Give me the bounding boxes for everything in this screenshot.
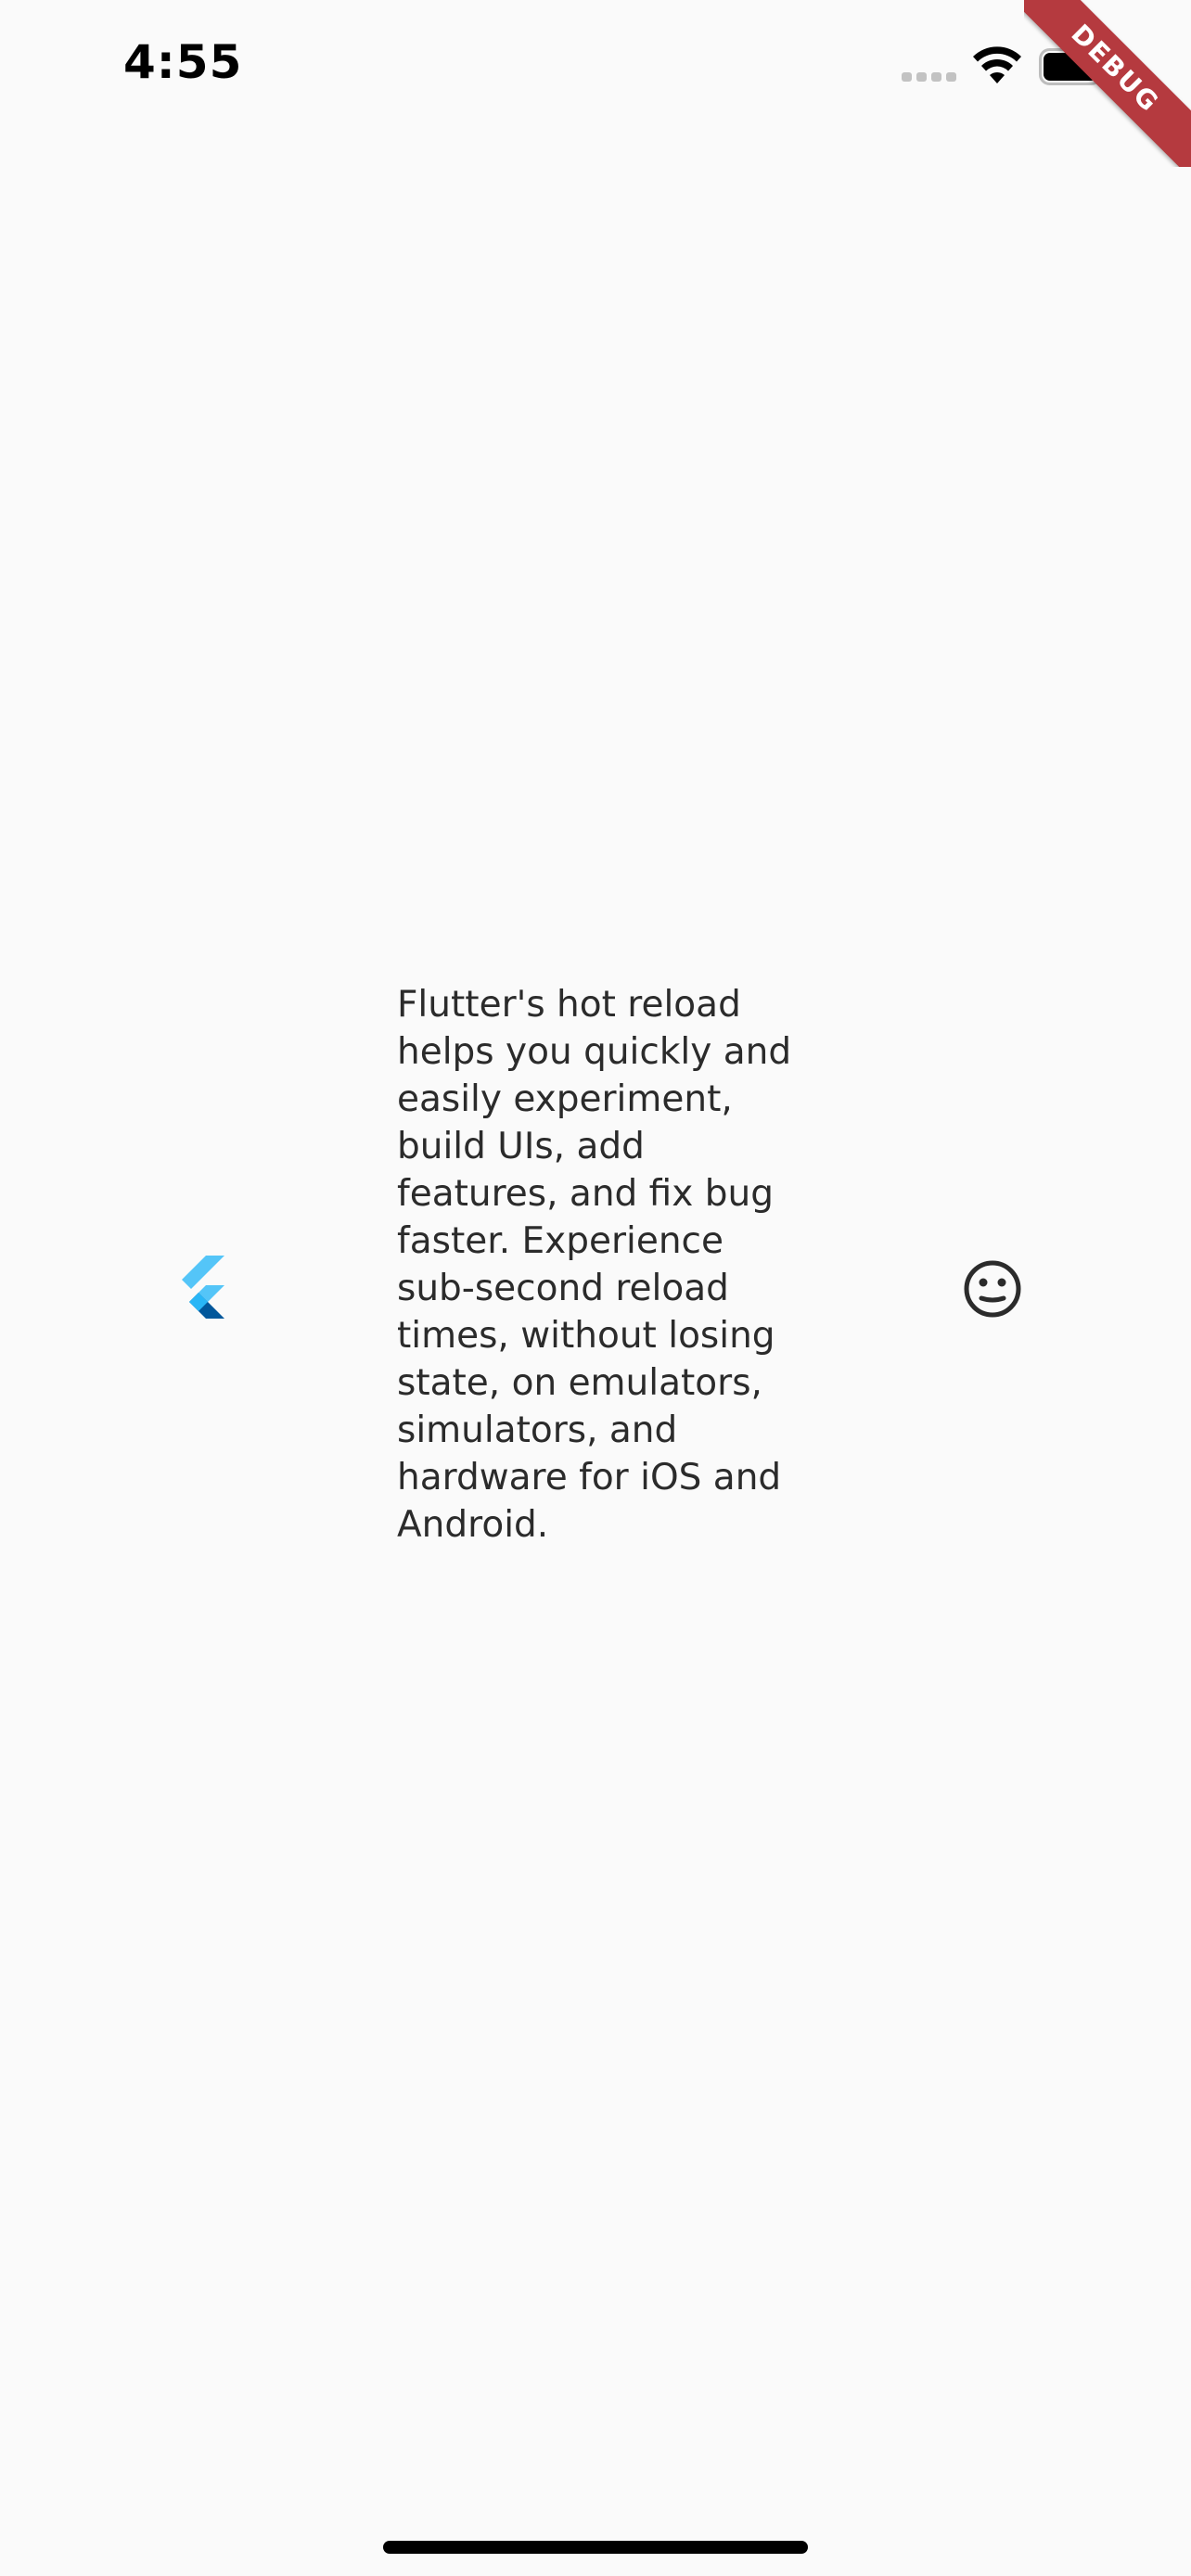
- debug-banner-label: DEBUG: [1024, 0, 1191, 167]
- status-bar: 4:55: [0, 0, 1191, 139]
- body-text: Flutter's hot reload helps you quickly a…: [397, 984, 792, 1546]
- wifi-icon: [973, 46, 1021, 83]
- sentiment-neutral-icon[interactable]: [963, 1259, 1022, 1319]
- home-indicator[interactable]: [383, 2541, 808, 2554]
- cellular-signal-icon: [902, 72, 957, 82]
- status-time: 4:55: [123, 35, 243, 89]
- flutter-logo-icon: [182, 1256, 224, 1319]
- debug-banner: DEBUG: [1024, 0, 1191, 167]
